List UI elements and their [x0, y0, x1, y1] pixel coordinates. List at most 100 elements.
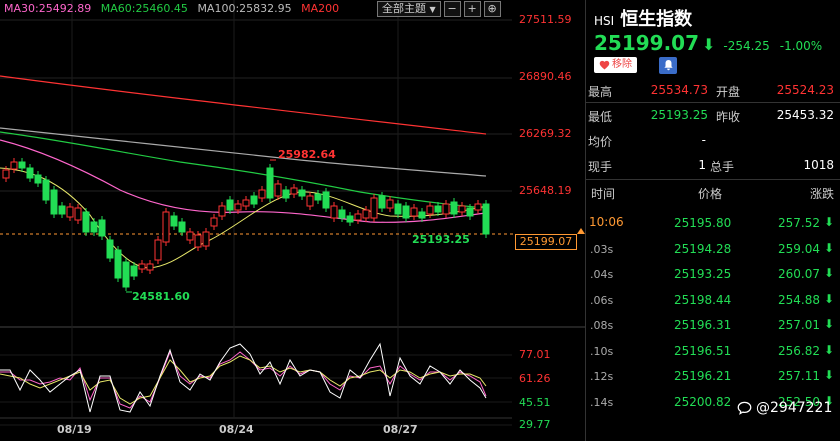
- tick-row: .06s 25198.44 254.88 ⬇: [586, 288, 840, 314]
- candle-body: [242, 199, 250, 207]
- stat-label: 昨收: [716, 110, 741, 124]
- tick-price: 25196.51: [674, 343, 732, 358]
- candle-body: [178, 221, 186, 233]
- candle-body: [466, 207, 474, 217]
- price-tick-1: 27511.59: [519, 13, 572, 26]
- theme-dropdown[interactable]: 全部主题 ▼: [377, 1, 441, 17]
- remove-watchlist-button[interactable]: 移除: [594, 57, 637, 73]
- tick-price: 25195.80: [674, 216, 732, 230]
- ticks-list[interactable]: 10:06 25195.80 257.52 ⬇ .03s 25194.28 259.04 ⬇.…: [586, 211, 840, 415]
- candle-body: [282, 189, 290, 199]
- arrow-down-icon: ⬇: [823, 291, 834, 306]
- tick-price: 25194.28: [674, 241, 732, 256]
- symbol-code: HSI: [594, 14, 615, 28]
- ma100-line: [0, 127, 487, 177]
- candle-body: [362, 209, 370, 219]
- candle-body: [34, 174, 42, 184]
- candle-body: [234, 203, 242, 211]
- ma30-label: MA30:25492.89: [4, 2, 92, 15]
- stat-row-avg: 均价 -: [586, 128, 840, 153]
- watermark: @2947221: [737, 400, 832, 416]
- candle-body: [18, 161, 26, 169]
- candle-body: [154, 239, 162, 261]
- tick-change: 257.52: [778, 216, 820, 230]
- indicator-tick-3: 45.51: [519, 396, 551, 409]
- ma-legend: MA30:25492.89 MA60:25460.45 MA100:25832.…: [4, 2, 345, 15]
- candle-body: [130, 265, 138, 277]
- arrow-down-icon: ⬇: [823, 342, 834, 357]
- stat-value: 25453.32: [776, 108, 834, 122]
- close-callout: 25193.25: [412, 233, 470, 246]
- tick-time: 10:06: [589, 215, 624, 229]
- stat-label: 开盘: [716, 85, 741, 99]
- chevron-down-icon: ▼: [429, 5, 436, 14]
- stat-value: 25534.73: [650, 83, 708, 97]
- candle-body: [106, 239, 114, 259]
- price-change-pct: -1.00%: [779, 39, 823, 53]
- candle-body: [442, 203, 450, 215]
- candle-body: [218, 205, 226, 217]
- candle-body: [202, 231, 210, 247]
- chart-toolbar: 全部主题 ▼ − + ⊕: [377, 1, 501, 17]
- low-callout: 24581.60: [132, 290, 190, 303]
- candle-body: [266, 167, 274, 199]
- candle-body: [210, 217, 218, 227]
- ticks-header-price: 价格: [698, 187, 723, 201]
- quote-title: HSI 恒生指数: [594, 5, 692, 31]
- candle-body: [82, 211, 90, 233]
- candlestick-chart[interactable]: MA30:25492.89 MA60:25460.45 MA100:25832.…: [0, 0, 585, 441]
- ma200-line: [0, 75, 487, 135]
- candle-body: [458, 205, 466, 213]
- stat-label: 最低: [588, 110, 613, 124]
- stat-value: 1: [698, 158, 706, 172]
- indicator-tick-4: 29.77: [519, 418, 551, 431]
- indicator-k-line: [0, 350, 487, 409]
- candle-body: [338, 209, 346, 219]
- stat-value: -: [701, 133, 706, 147]
- tick-price: 25193.25: [674, 267, 732, 281]
- zoom-in-button[interactable]: +: [463, 1, 481, 17]
- price-marker-icon: [577, 228, 585, 234]
- candle-body: [474, 203, 482, 211]
- candle-body: [482, 203, 490, 235]
- tick-time: .14s: [590, 395, 614, 409]
- stat-label: 最高: [588, 85, 613, 99]
- candle-body: [330, 205, 338, 219]
- candle-body: [386, 199, 394, 209]
- candle-body: [418, 211, 426, 219]
- crosshair-icon[interactable]: ⊕: [483, 1, 501, 17]
- candle-body: [434, 205, 442, 213]
- zoom-out-button[interactable]: −: [443, 1, 461, 17]
- candle-body: [186, 231, 194, 241]
- tick-change: 256.82: [778, 343, 820, 358]
- ticks-header-change: 涨跌: [809, 187, 834, 201]
- arrow-down-icon: ⬇: [823, 368, 834, 382]
- arrow-down-icon: ⬇: [823, 240, 834, 255]
- tick-time: .08s: [590, 319, 614, 332]
- bell-icon: [663, 59, 673, 71]
- tick-price: 25196.21: [674, 369, 732, 383]
- candle-body: [346, 215, 354, 223]
- tick-price: 25198.44: [674, 292, 732, 307]
- candle-body: [370, 197, 378, 219]
- tick-time: .06s: [590, 293, 614, 307]
- candle-body: [322, 191, 330, 209]
- indicator-d-line: [0, 355, 487, 405]
- tick-row: .04s 25193.25 260.07 ⬇: [586, 262, 840, 288]
- candle-body: [290, 187, 298, 195]
- candle-body: [354, 213, 362, 221]
- tick-row: .08s 25196.31 257.01 ⬇: [586, 313, 840, 339]
- arrow-down-icon: ⬇: [823, 317, 834, 331]
- alert-button[interactable]: [659, 57, 677, 74]
- stat-label: 均价: [588, 135, 613, 149]
- candle-body: [426, 205, 434, 215]
- tick-change: 259.04: [778, 241, 820, 256]
- candle-body: [314, 193, 322, 201]
- candle-body: [378, 195, 386, 209]
- tick-row: .10s 25196.51 256.82 ⬇: [586, 339, 840, 365]
- theme-label: 全部主题: [382, 2, 426, 15]
- last-price: 25199.07: [594, 31, 700, 55]
- index-name: 恒生指数: [620, 9, 693, 30]
- chart-canvas[interactable]: [0, 0, 585, 441]
- tick-row: .03s 25194.28 259.04 ⬇: [586, 237, 840, 263]
